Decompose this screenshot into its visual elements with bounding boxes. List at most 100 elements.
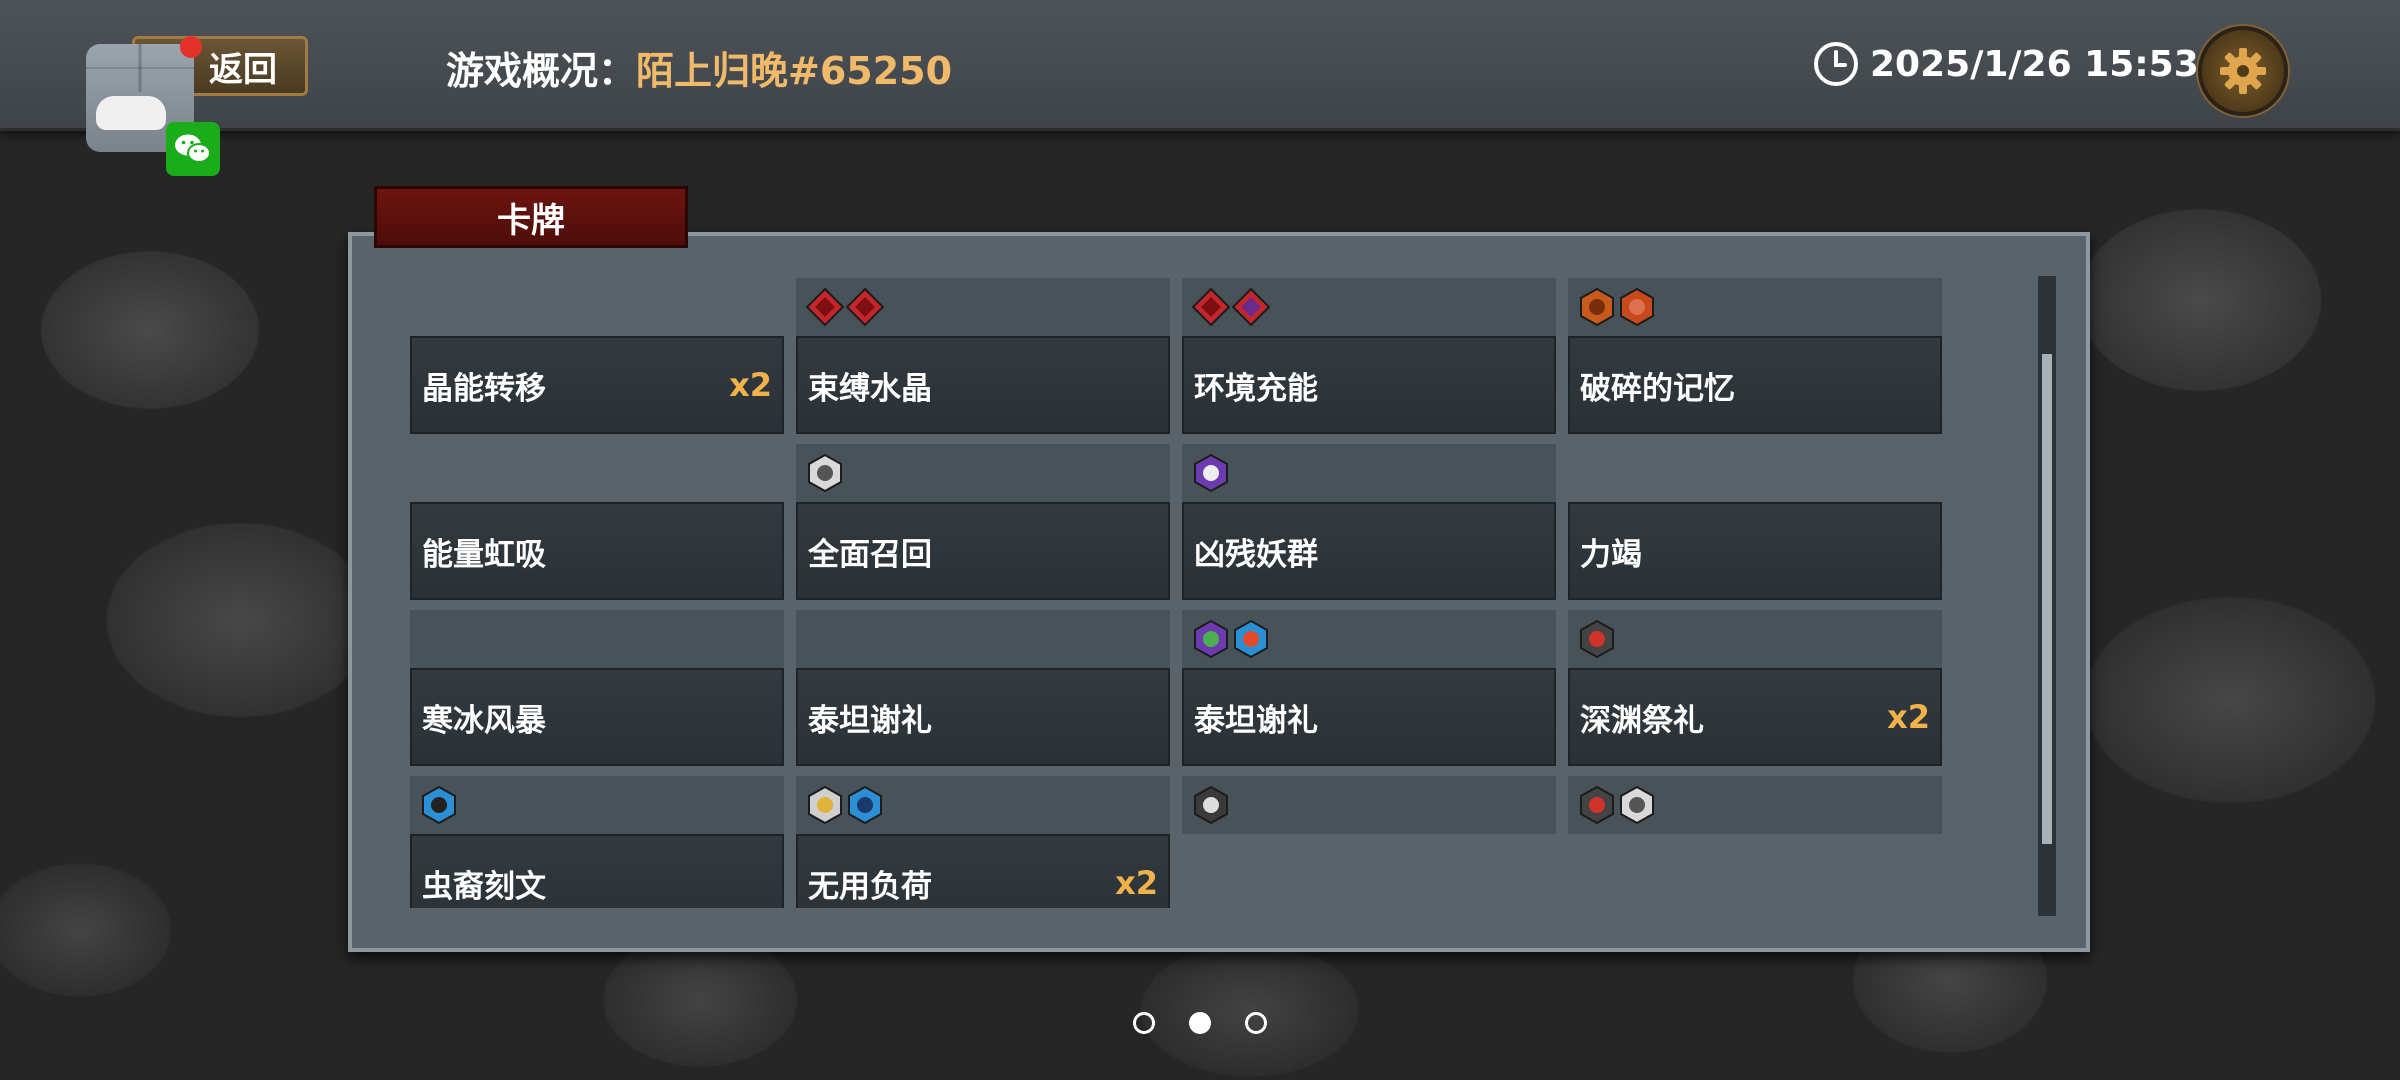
card-name-box[interactable]: 全面召回 <box>796 502 1170 600</box>
page-indicator <box>0 1012 2400 1034</box>
card-name: 泰坦谢礼 <box>808 702 932 739</box>
card-count: x2 <box>1887 698 1930 736</box>
red-purple-diamond-icon <box>1232 288 1270 326</box>
card-name: 无用负荷 <box>808 868 932 905</box>
card-slot[interactable]: 力竭 <box>1568 444 1942 600</box>
cat-avatar-icon <box>96 96 166 130</box>
purple-hex-icon <box>1194 454 1228 492</box>
title-label: 游戏概况： <box>446 49 637 93</box>
card-slot[interactable]: 寒冰风暴 <box>410 610 784 766</box>
card-name: 全面召回 <box>808 536 932 573</box>
card-name-box[interactable]: 寒冰风暴 <box>410 668 784 766</box>
card-name: 凶残妖群 <box>1194 536 1318 573</box>
back-button-label: 返回 <box>209 49 277 90</box>
red-diamond-icon <box>846 288 884 326</box>
card-name-box[interactable]: 束缚水晶 <box>796 336 1170 434</box>
card-affinity-icons <box>1182 278 1556 336</box>
card-name: 束缚水晶 <box>808 370 932 407</box>
card-slot[interactable]: 深渊祭礼 x2 <box>1568 610 1942 766</box>
gear-icon <box>2220 48 2266 94</box>
card-affinity-icons <box>1568 776 1942 834</box>
orange-hex-icon <box>1580 288 1614 326</box>
top-bar: 返回 游戏概况：陌上归晚#65250 2025/1/26 15:53 <box>0 0 2400 131</box>
card-count: x2 <box>1115 864 1158 902</box>
card-name: 虫裔刻文 <box>422 868 546 905</box>
card-affinity-icons <box>1568 444 1942 502</box>
section-tab-label: 卡牌 <box>497 200 565 241</box>
card-grid: 晶能转移 x2 束缚水晶 环境充能 破碎的记忆能量虹吸 全面召回 凶残妖群 力竭寒冰风暴 泰坦谢… <box>410 278 1948 908</box>
wechat-icon[interactable] <box>166 122 220 176</box>
card-name: 寒冰风暴 <box>422 702 546 739</box>
card-name: 环境充能 <box>1194 370 1318 407</box>
card-affinity-icons <box>796 444 1170 502</box>
card-name-box[interactable]: 能量虹吸 <box>410 502 784 600</box>
gray-figure-hex-icon <box>808 786 842 824</box>
card-affinity-icons <box>1182 776 1556 834</box>
card-name: 泰坦谢礼 <box>1194 702 1318 739</box>
card-slot[interactable]: 泰坦谢礼 <box>796 610 1170 766</box>
card-affinity-icons <box>410 444 784 502</box>
clock-icon <box>1814 42 1858 86</box>
card-name-box[interactable]: 晶能转移 x2 <box>410 336 784 434</box>
card-affinity-icons <box>410 776 784 834</box>
dark-red-hex-icon <box>1580 786 1614 824</box>
page-dot-1[interactable] <box>1133 1012 1155 1034</box>
card-affinity-icons <box>410 610 784 668</box>
red-diamond-icon <box>1192 288 1230 326</box>
card-slot[interactable]: 凶残妖群 <box>1182 444 1556 600</box>
card-slot[interactable]: 环境充能 <box>1182 278 1556 434</box>
notification-dot <box>180 36 202 58</box>
card-name-box[interactable]: 力竭 <box>1568 502 1942 600</box>
dark-red-hex-icon <box>1580 620 1614 658</box>
card-affinity-icons <box>796 278 1170 336</box>
card-name-box[interactable]: 凶残妖群 <box>1182 502 1556 600</box>
page-dot-3[interactable] <box>1245 1012 1267 1034</box>
datetime-display: 2025/1/26 15:53 <box>1812 40 2199 88</box>
card-name-box[interactable]: 泰坦谢礼 <box>1182 668 1556 766</box>
card-affinity-icons <box>796 610 1170 668</box>
card-slot[interactable]: 虫裔刻文 <box>410 776 784 908</box>
card-name-box[interactable]: 虫裔刻文 <box>410 834 784 908</box>
avatar-tile-grid <box>86 44 194 92</box>
card-name-box[interactable]: 深渊祭礼 x2 <box>1568 668 1942 766</box>
card-count: x2 <box>729 366 772 404</box>
game-summary-title: 游戏概况：陌上归晚#65250 <box>446 40 952 95</box>
card-affinity-icons <box>410 278 784 336</box>
card-slot[interactable]: 全面召回 <box>796 444 1170 600</box>
datetime-text: 2025/1/26 15:53 <box>1870 43 2199 85</box>
card-slot[interactable] <box>1182 776 1556 834</box>
card-slot[interactable]: 晶能转移 x2 <box>410 278 784 434</box>
card-slot[interactable]: 束缚水晶 <box>796 278 1170 434</box>
card-name: 深渊祭礼 <box>1580 702 1704 739</box>
card-slot[interactable]: 泰坦谢礼 <box>1182 610 1556 766</box>
card-name-box[interactable]: 无用负荷 x2 <box>796 834 1170 908</box>
purple-green-hex-icon <box>1194 620 1228 658</box>
card-slot[interactable] <box>1568 776 1942 834</box>
page-dot-2[interactable] <box>1189 1012 1211 1034</box>
card-affinity-icons <box>1568 278 1942 336</box>
card-name: 晶能转移 <box>422 370 546 407</box>
scrollbar-thumb[interactable] <box>2042 354 2052 844</box>
card-slot[interactable]: 能量虹吸 <box>410 444 784 600</box>
blue-figure-hex-icon <box>422 786 456 824</box>
dark-star-hex-icon <box>1194 786 1228 824</box>
card-affinity-icons <box>1182 610 1556 668</box>
gray-eye-hex-icon <box>808 454 842 492</box>
card-name-box[interactable]: 破碎的记忆 <box>1568 336 1942 434</box>
blue-splash-hex-icon <box>848 786 882 824</box>
card-slot[interactable]: 破碎的记忆 <box>1568 278 1942 434</box>
red-diamond-icon <box>806 288 844 326</box>
card-name: 能量虹吸 <box>422 536 546 573</box>
card-name-box[interactable]: 泰坦谢礼 <box>796 668 1170 766</box>
card-name: 力竭 <box>1580 536 1642 573</box>
card-affinity-icons <box>1568 610 1942 668</box>
orange-heart-hex-icon <box>1620 288 1654 326</box>
card-slot[interactable]: 无用负荷 x2 <box>796 776 1170 908</box>
game-summary-screen: 返回 游戏概况：陌上归晚#65250 2025/1/26 15:53 卡牌 晶能… <box>0 0 2400 1080</box>
blue-fire-hex-icon <box>1234 620 1268 658</box>
cards-section-tab: 卡牌 <box>374 186 688 248</box>
wechat-bubbles-icon <box>175 134 211 163</box>
settings-button[interactable] <box>2198 26 2288 116</box>
card-name-box[interactable]: 环境充能 <box>1182 336 1556 434</box>
gray-eye-hex-icon <box>1620 786 1654 824</box>
